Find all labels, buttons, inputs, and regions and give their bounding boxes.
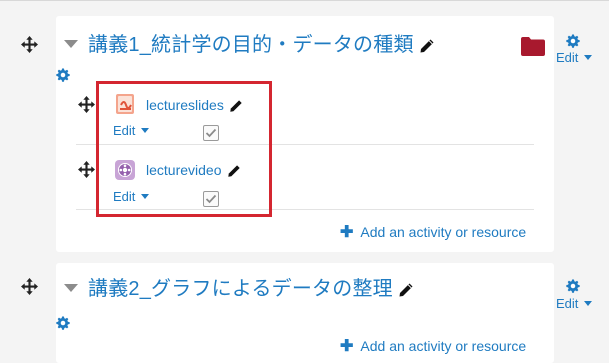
section-1-title-text[interactable]: 講義1_統計学の目的・データの種類 xyxy=(88,34,414,56)
page-top-border xyxy=(0,0,609,1)
pencil-icon[interactable] xyxy=(419,38,435,54)
add-activity-link[interactable]: ✚ Add an activity or resource xyxy=(340,223,526,242)
move-icon[interactable] xyxy=(21,278,38,295)
move-icon[interactable] xyxy=(78,96,95,113)
gear-icon[interactable] xyxy=(56,68,70,82)
section-1-edit-label: Edit xyxy=(556,50,579,65)
highlight-box xyxy=(96,81,272,217)
section-2-title-text[interactable]: 講義2_グラフによるデータの整理 xyxy=(88,278,393,300)
section-1-title[interactable]: 講義1_統計学の目的・データの種類 xyxy=(64,33,435,57)
plus-icon: ✚ xyxy=(340,338,354,355)
collapse-caret-icon[interactable] xyxy=(64,283,78,292)
section-2-edit-label: Edit xyxy=(556,296,579,311)
gear-icon[interactable] xyxy=(566,34,580,48)
move-icon[interactable] xyxy=(78,161,95,178)
gear-icon[interactable] xyxy=(56,316,70,330)
add-activity-link[interactable]: ✚ Add an activity or resource xyxy=(340,337,526,356)
folder-icon[interactable] xyxy=(521,37,545,56)
section-1-edit-menu[interactable]: Edit xyxy=(556,50,593,65)
pencil-icon[interactable] xyxy=(398,282,414,298)
plus-icon: ✚ xyxy=(340,224,354,241)
section-2-edit-menu[interactable]: Edit xyxy=(556,296,593,311)
chevron-down-icon xyxy=(584,55,593,61)
gear-icon[interactable] xyxy=(566,279,580,293)
chevron-down-icon xyxy=(584,301,593,307)
section-2-title[interactable]: 講義2_グラフによるデータの整理 xyxy=(64,277,414,301)
add-activity-label[interactable]: Add an activity or resource xyxy=(360,338,526,354)
add-activity-label[interactable]: Add an activity or resource xyxy=(360,224,526,240)
move-icon[interactable] xyxy=(21,36,38,53)
collapse-caret-icon[interactable] xyxy=(64,39,78,48)
